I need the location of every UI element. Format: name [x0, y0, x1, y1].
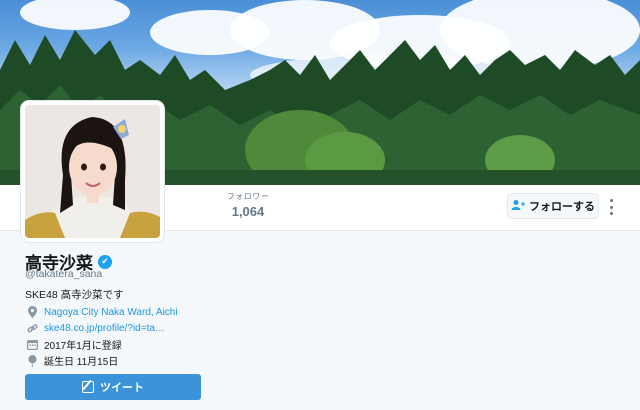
location-pin-icon — [27, 306, 38, 318]
tweet-button[interactable]: ツイート — [25, 374, 201, 400]
compose-icon — [82, 381, 94, 393]
verified-badge-icon: ✔ — [98, 254, 112, 269]
followers-label: フォロワー — [226, 192, 270, 201]
add-user-icon — [511, 199, 525, 214]
avatar[interactable] — [21, 101, 164, 242]
link-icon — [27, 322, 38, 334]
profile-joined: 2017年1月に登録 — [27, 337, 122, 352]
profile-handle[interactable]: @takatera_sana — [25, 268, 102, 280]
calendar-icon — [27, 339, 38, 351]
profile-url: ske48.co.jp/profile/?id=ta… — [27, 322, 165, 334]
followers-stat[interactable]: フォロワー 1,064 — [222, 191, 274, 219]
profile-location: Nagoya City Naka Ward, Aichi — [27, 306, 178, 318]
profile-bio: SKE48 高寺沙菜です — [25, 289, 124, 301]
joined-text: 2017年1月に登録 — [44, 341, 122, 352]
followers-count: 1,064 — [231, 204, 265, 219]
profile-birthday: 誕生日 11月15日 — [27, 353, 118, 368]
location-text[interactable]: Nagoya City Naka Ward, Aichi — [44, 307, 178, 318]
more-vertical-icon[interactable] — [606, 197, 616, 217]
birthday-text: 誕生日 11月15日 — [44, 357, 119, 368]
follow-label: フォローする — [529, 201, 595, 213]
balloon-icon — [27, 354, 38, 367]
url-link[interactable]: ske48.co.jp/profile/?id=ta… — [44, 323, 165, 334]
follow-button[interactable]: フォローする — [507, 193, 599, 219]
tweet-label: ツイート — [100, 382, 144, 394]
